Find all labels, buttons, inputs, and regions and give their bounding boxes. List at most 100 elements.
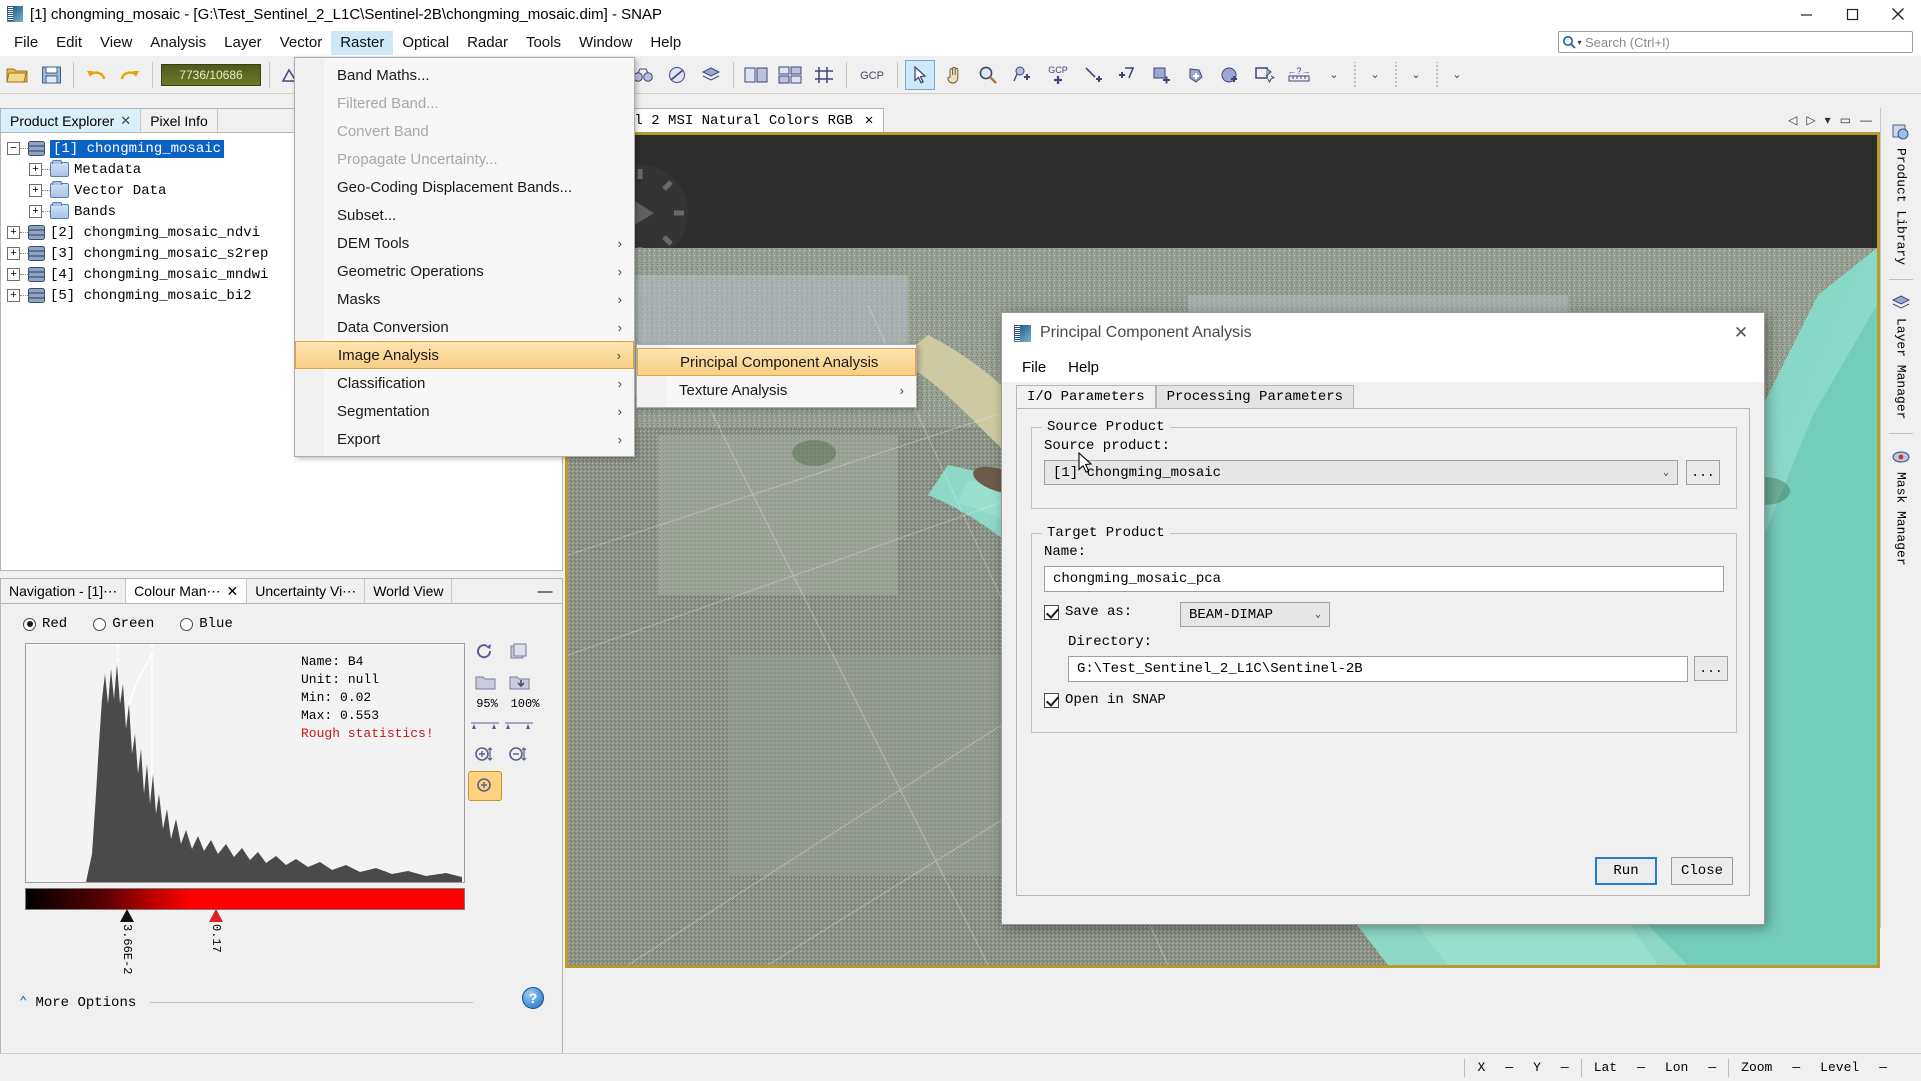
expand-icon[interactable]: + bbox=[7, 226, 20, 239]
redo-icon[interactable] bbox=[115, 60, 145, 90]
menu-layer[interactable]: Layer bbox=[215, 31, 271, 55]
menu-optical[interactable]: Optical bbox=[393, 31, 458, 55]
pin-placing-icon[interactable] bbox=[1007, 60, 1037, 90]
tile-horizontally-icon[interactable] bbox=[741, 60, 771, 90]
dialog-menu-file[interactable]: File bbox=[1014, 356, 1054, 379]
selection-tool-icon[interactable] bbox=[905, 59, 935, 90]
reset-icon[interactable] bbox=[468, 637, 502, 667]
menu-item-classification[interactable]: Classification › bbox=[295, 369, 634, 397]
open-in-snap-checkbox[interactable] bbox=[1044, 692, 1059, 708]
open-in-snap-checkbox-row[interactable]: Open in SNAP bbox=[1044, 692, 1166, 708]
menu-edit[interactable]: Edit bbox=[47, 31, 91, 55]
polygon-drawing-icon[interactable] bbox=[1181, 60, 1211, 90]
menu-item-segmentation[interactable]: Segmentation › bbox=[295, 397, 634, 425]
scroll-right-icon[interactable]: ▷ bbox=[1806, 113, 1815, 127]
search-input[interactable]: ▾ Search (Ctrl+I) bbox=[1558, 31, 1913, 53]
percent-95-label[interactable]: 95% bbox=[468, 697, 506, 711]
menu-item-band-maths[interactable]: Band Maths... bbox=[295, 61, 634, 89]
ellipse-drawing-icon[interactable] bbox=[1215, 60, 1245, 90]
save-product-icon[interactable] bbox=[36, 60, 66, 90]
gcp-placing-icon[interactable]: GCP bbox=[1041, 60, 1075, 90]
menu-item-data-conversion[interactable]: Data Conversion › bbox=[295, 313, 634, 341]
toolbar-drag-handle[interactable] bbox=[1433, 61, 1440, 88]
menu-item-image-analysis[interactable]: Image Analysis › bbox=[295, 341, 634, 369]
multi-apply-icon[interactable] bbox=[502, 637, 536, 667]
radio-red[interactable]: Red bbox=[23, 616, 67, 632]
import-icon[interactable] bbox=[468, 667, 502, 697]
close-icon[interactable]: ✕ bbox=[120, 113, 131, 129]
menu-item-geometric-operations[interactable]: Geometric Operations › bbox=[295, 257, 634, 285]
export-icon[interactable] bbox=[502, 667, 536, 697]
more-options-toggle[interactable]: ⌃ More Options bbox=[19, 994, 519, 1011]
no-data-icon[interactable] bbox=[662, 60, 692, 90]
range-finder-icon[interactable]: ←?→ bbox=[1283, 60, 1315, 90]
colour-ramp[interactable] bbox=[25, 888, 465, 910]
menu-item-masks[interactable]: Masks › bbox=[295, 285, 634, 313]
close-button[interactable] bbox=[1875, 0, 1921, 29]
polyline-drawing-icon[interactable] bbox=[1113, 60, 1143, 90]
layer-manager-icon[interactable] bbox=[696, 60, 726, 90]
scroll-left-icon[interactable]: ◁ bbox=[1788, 113, 1797, 127]
directory-browse-button[interactable]: ... bbox=[1694, 656, 1728, 681]
menu-item-geo-coding-displacement-bands[interactable]: Geo-Coding Displacement Bands... bbox=[295, 173, 634, 201]
tab-pixel-info[interactable]: Pixel Info bbox=[141, 109, 218, 132]
menu-help[interactable]: Help bbox=[641, 31, 690, 55]
zoom-tool-icon[interactable] bbox=[973, 60, 1003, 90]
directory-input[interactable]: G:\Test_Sentinel_2_L1C\Sentinel-2B bbox=[1068, 656, 1688, 682]
dialog-close-button[interactable]: ✕ bbox=[1718, 313, 1764, 353]
slider-handle-mid[interactable] bbox=[209, 909, 223, 922]
slider-handle-min[interactable] bbox=[120, 909, 134, 922]
help-icon[interactable]: ? bbox=[522, 987, 544, 1009]
source-product-browse-button[interactable]: ... bbox=[1686, 460, 1720, 485]
menu-window[interactable]: Window bbox=[570, 31, 641, 55]
expand-icon[interactable]: + bbox=[29, 205, 42, 218]
menu-tools[interactable]: Tools bbox=[517, 31, 570, 55]
expand-icon[interactable]: + bbox=[29, 163, 42, 176]
save-as-checkbox[interactable] bbox=[1044, 604, 1059, 620]
menu-radar[interactable]: Radar bbox=[458, 31, 517, 55]
tab-processing-parameters[interactable]: Processing Parameters bbox=[1155, 385, 1355, 408]
menu-analysis[interactable]: Analysis bbox=[141, 31, 215, 55]
tab-world-view[interactable]: World View bbox=[365, 579, 453, 603]
zoom-in-vertical-icon[interactable] bbox=[468, 741, 502, 771]
dialog-menu-help[interactable]: Help bbox=[1060, 356, 1107, 379]
stretch-100-icon[interactable] bbox=[502, 711, 536, 741]
open-product-icon[interactable] bbox=[2, 60, 32, 90]
save-as-format-combo[interactable]: BEAM-DIMAP ⌄ bbox=[1180, 602, 1330, 627]
minimize-icon[interactable]: — bbox=[1860, 113, 1872, 127]
minimize-panel-button[interactable]: — bbox=[528, 579, 562, 603]
zoom-out-vertical-icon[interactable] bbox=[502, 741, 536, 771]
tab-uncertainty-visualisation[interactable]: Uncertainty Vi⋯ bbox=[247, 579, 366, 603]
rectangle-drawing-icon[interactable] bbox=[1147, 60, 1177, 90]
toolbar-drag-handle[interactable] bbox=[1392, 61, 1399, 88]
menu-item-dem-tools[interactable]: DEM Tools › bbox=[295, 229, 634, 257]
tab-io-parameters[interactable]: I/O Parameters bbox=[1016, 385, 1156, 408]
undo-icon[interactable] bbox=[81, 60, 111, 90]
pan-tool-icon[interactable] bbox=[939, 60, 969, 90]
close-icon[interactable]: ✕ bbox=[865, 112, 873, 129]
tab-product-explorer[interactable]: Product Explorer ✕ bbox=[1, 109, 142, 132]
line-drawing-icon[interactable] bbox=[1079, 60, 1109, 90]
run-button[interactable]: Run bbox=[1595, 857, 1657, 885]
menu-file[interactable]: File bbox=[5, 31, 47, 55]
menu-item-texture-analysis[interactable]: Texture Analysis › bbox=[637, 376, 916, 404]
expand-icon[interactable]: + bbox=[7, 268, 20, 281]
tab-list-icon[interactable]: ▾ bbox=[1825, 113, 1831, 127]
expand-icon[interactable]: + bbox=[7, 289, 20, 302]
percent-100-label[interactable]: 100% bbox=[506, 697, 544, 711]
zoom-in-horizontal-icon[interactable] bbox=[468, 771, 502, 801]
menu-item-subset[interactable]: Subset... bbox=[295, 201, 634, 229]
magic-wand-icon[interactable] bbox=[1249, 60, 1279, 90]
toolbar-overflow-chevron-icon[interactable]: ⌄ bbox=[1442, 60, 1472, 90]
tab-navigation[interactable]: Navigation - [1]⋯ bbox=[1, 579, 127, 603]
grid-icon[interactable] bbox=[809, 60, 839, 90]
save-as-checkbox-row[interactable]: Save as: bbox=[1044, 604, 1132, 620]
float-icon[interactable]: ▭ bbox=[1840, 113, 1851, 127]
dock-mask-manager[interactable]: Mask Manager bbox=[1891, 440, 1911, 574]
dock-layer-manager[interactable]: Layer Manager bbox=[1891, 286, 1911, 427]
toolbar-overflow-chevron-icon[interactable]: ⌄ bbox=[1319, 60, 1349, 90]
source-product-combo[interactable]: [1] chongming_mosaic ⌄ bbox=[1044, 460, 1678, 485]
tile-evenly-icon[interactable] bbox=[775, 60, 805, 90]
close-button[interactable]: Close bbox=[1671, 857, 1733, 885]
target-name-input[interactable]: chongming_mosaic_pca bbox=[1044, 566, 1724, 592]
